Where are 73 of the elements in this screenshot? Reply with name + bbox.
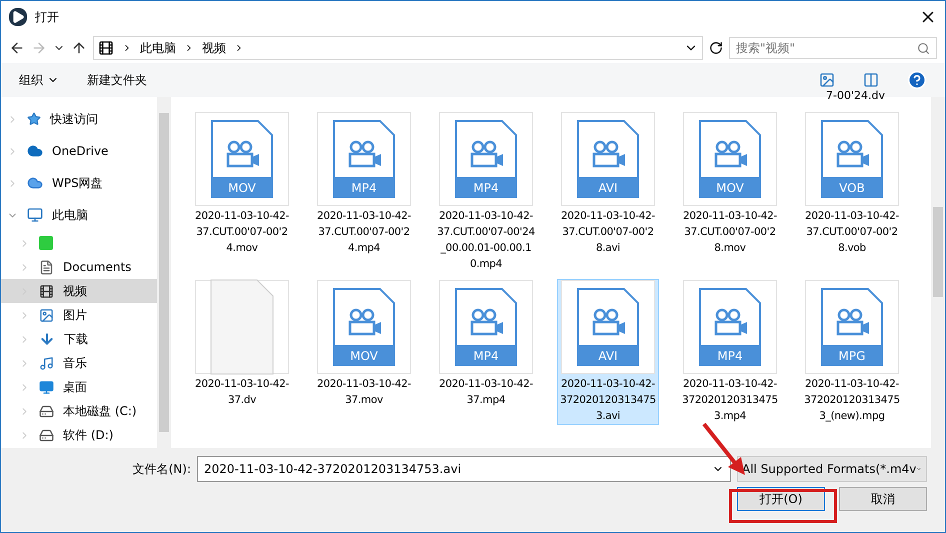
breadcrumb[interactable]: 此电脑 bbox=[140, 40, 176, 56]
cloud-icon bbox=[27, 175, 43, 191]
sidebar-item[interactable]: 软件 (D:) bbox=[1, 423, 157, 447]
sidebar-label: 下载 bbox=[64, 330, 88, 348]
picture-icon bbox=[39, 308, 54, 322]
download-icon bbox=[39, 331, 55, 347]
video-file-icon: MOV bbox=[332, 287, 396, 367]
sidebar-label: 视频 bbox=[63, 282, 87, 300]
sidebar-label: 快速访问 bbox=[50, 110, 98, 128]
video-file-icon: MP4 bbox=[698, 287, 762, 367]
blank-file-icon bbox=[210, 279, 274, 375]
sidebar-item[interactable]: 此电脑 bbox=[1, 199, 157, 231]
sidebar-item[interactable]: 下载 bbox=[1, 327, 157, 351]
breadcrumb[interactable]: 视频 bbox=[202, 40, 226, 56]
star-icon bbox=[27, 112, 41, 126]
video-file-icon: MP4 bbox=[454, 119, 518, 199]
sidebar-label: 软件 (D:) bbox=[63, 426, 114, 444]
sidebar-item[interactable]: Documents bbox=[1, 255, 157, 279]
video-file-icon: MPG bbox=[820, 287, 884, 367]
file-name: 7-00'24.dv bbox=[826, 89, 885, 102]
sidebar-item[interactable]: 本地磁盘 (C:) bbox=[1, 399, 157, 423]
sidebar-item[interactable]: WPS网盘 bbox=[1, 167, 157, 199]
scrollbar[interactable] bbox=[931, 97, 945, 448]
scrollbar[interactable] bbox=[157, 97, 171, 448]
view-icon[interactable] bbox=[819, 72, 835, 88]
window-title: 打开 bbox=[35, 8, 60, 26]
app-icon bbox=[39, 236, 53, 250]
sidebar-label: 音乐 bbox=[63, 354, 87, 372]
sidebar-item[interactable]: 音乐 bbox=[1, 351, 157, 375]
up-icon[interactable] bbox=[71, 40, 87, 56]
organize-button[interactable]: 组织 bbox=[19, 72, 59, 88]
sidebar-label: 图片 bbox=[63, 306, 87, 324]
sidebar-item[interactable]: 视频 bbox=[1, 279, 157, 303]
cancel-button[interactable]: 取消 bbox=[839, 487, 927, 511]
refresh-icon[interactable] bbox=[709, 41, 723, 55]
desktop-icon bbox=[39, 380, 54, 394]
sidebar-label: 此电脑 bbox=[52, 206, 88, 224]
sidebar-item[interactable]: 快速访问 bbox=[1, 103, 157, 135]
drive-icon bbox=[39, 428, 54, 442]
sidebar-label: Documents bbox=[63, 260, 132, 274]
video-file-icon: MP4 bbox=[454, 287, 518, 367]
cloud-icon bbox=[27, 143, 43, 159]
sidebar-label: OneDrive bbox=[52, 144, 108, 158]
search-field[interactable]: 搜索"视频" bbox=[729, 37, 937, 59]
sidebar-item[interactable]: 图片 bbox=[1, 303, 157, 327]
film-icon bbox=[98, 40, 114, 56]
app-logo-icon bbox=[9, 8, 27, 26]
video-file-icon: VOB bbox=[820, 119, 884, 199]
sidebar-label: 本地磁盘 (C:) bbox=[63, 402, 137, 420]
filename-field[interactable]: 2020-11-03-10-42-3720201203134753.avi bbox=[197, 456, 731, 482]
video-file-icon: MOV bbox=[698, 119, 762, 199]
help-icon[interactable] bbox=[907, 70, 927, 90]
drive-icon bbox=[39, 404, 54, 418]
sidebar-label: WPS网盘 bbox=[52, 174, 103, 192]
sidebar-item[interactable]: OneDrive bbox=[1, 135, 157, 167]
video-file-icon: MP4 bbox=[332, 119, 396, 199]
music-icon bbox=[39, 356, 54, 370]
document-icon bbox=[39, 260, 54, 274]
video-file-icon: AVI bbox=[576, 287, 640, 367]
search-icon bbox=[917, 42, 930, 54]
new-folder-button[interactable]: 新建文件夹 bbox=[87, 72, 147, 88]
film-icon bbox=[39, 284, 54, 298]
computer-icon bbox=[27, 207, 43, 223]
file-tile[interactable]: AVI 2020-11-03-10-42-3720201203134753.avi bbox=[557, 279, 659, 425]
address-bar[interactable]: 此电脑 视频 bbox=[93, 36, 703, 60]
sidebar-label: 桌面 bbox=[63, 378, 87, 396]
video-file-icon: AVI bbox=[576, 119, 640, 199]
sidebar-item[interactable]: 桌面 bbox=[1, 375, 157, 399]
preview-pane-icon[interactable] bbox=[863, 72, 879, 88]
forward-icon[interactable] bbox=[31, 40, 47, 56]
video-file-icon: MOV bbox=[210, 119, 274, 199]
back-icon[interactable] bbox=[9, 40, 25, 56]
filename-label: 文件名(N): bbox=[132, 460, 191, 478]
